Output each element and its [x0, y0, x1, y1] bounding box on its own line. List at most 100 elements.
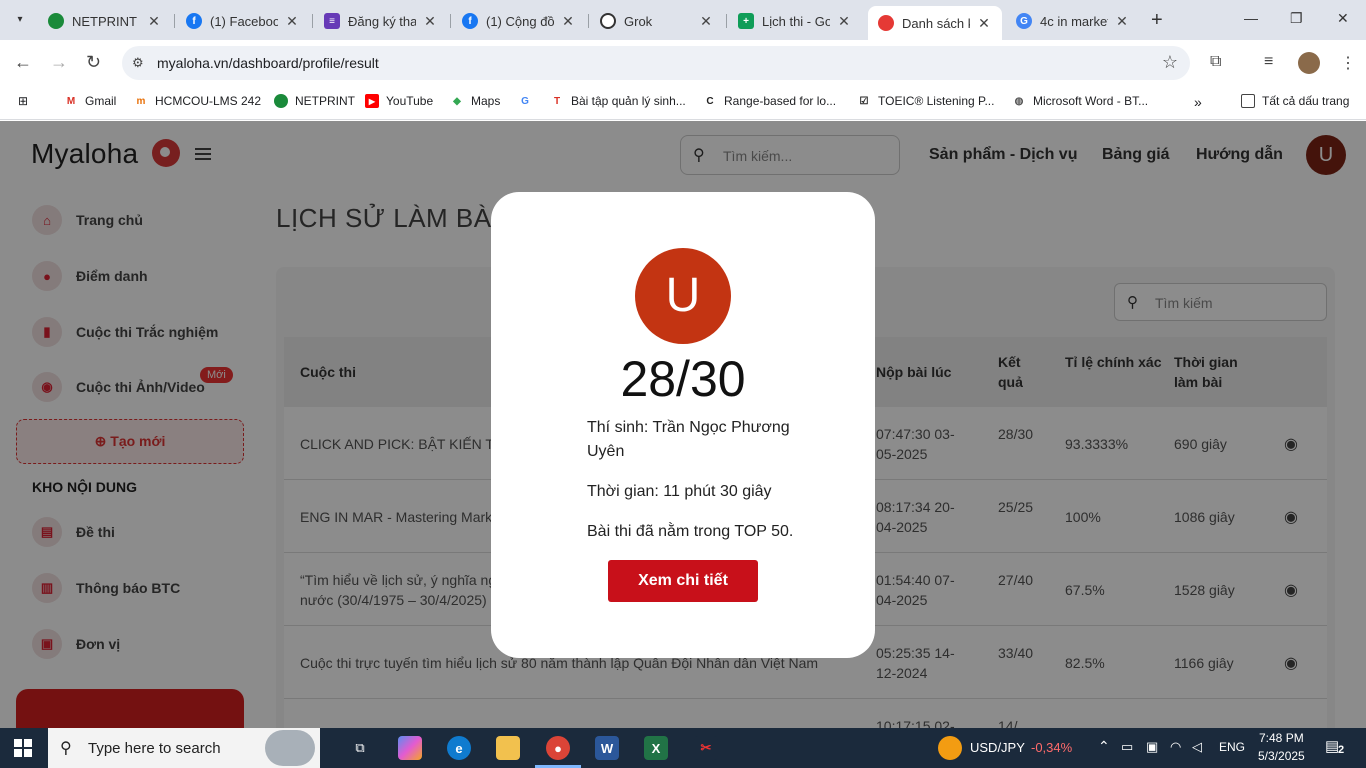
bookmark-youtube[interactable]: ▶ YouTube: [365, 94, 433, 108]
search-highlight-koala-icon[interactable]: [265, 730, 315, 766]
tab-divider: [588, 14, 589, 28]
tab-search-icon[interactable]: ▾: [10, 10, 30, 30]
tab-facebook[interactable]: f (1) Facebook ✕: [176, 6, 310, 36]
chrome-icon[interactable]: ●: [546, 736, 570, 760]
tab-danh-sach[interactable]: Danh sách k ✕: [868, 6, 1002, 40]
elapsed-time: Thời gian: 11 phút 30 giây: [587, 483, 772, 500]
bookmark-label: NETPRINT: [295, 94, 355, 108]
url-text[interactable]: myaloha.vn/dashboard/profile/result: [157, 55, 379, 71]
clock-time[interactable]: 7:48 PM: [1259, 731, 1304, 745]
bookmark-label: Gmail: [85, 94, 117, 108]
reload-icon[interactable]: ↻: [86, 52, 101, 72]
tab-4c-marketing[interactable]: G 4c in market ✕: [1006, 6, 1140, 36]
excel-icon[interactable]: X: [644, 736, 668, 760]
close-icon[interactable]: ✕: [560, 13, 576, 30]
tab-lich-thi[interactable]: + Lịch thi - Go ✕: [728, 6, 862, 36]
bookmark-google[interactable]: G: [518, 94, 539, 108]
tab-title: Đăng ký tha: [348, 13, 416, 29]
tab-title: Danh sách k: [902, 15, 970, 31]
tab-title: 4c in market: [1040, 13, 1108, 29]
currency-pair[interactable]: USD/JPY: [970, 740, 1025, 755]
extensions-icon[interactable]: ⧉: [1210, 53, 1221, 71]
bookmark-word[interactable]: ◍ Microsoft Word - BT...: [1012, 94, 1149, 108]
candidate-name: Thí sinh: Trần Ngọc Phương Uyên: [587, 419, 790, 460]
new-tab-icon[interactable]: +: [1151, 10, 1163, 30]
gmail-icon: M: [66, 95, 76, 107]
bookmark-range-based[interactable]: C Range-based for lo...: [703, 94, 836, 108]
tab-dang-ky[interactable]: ≡ Đăng ký tha ✕: [314, 6, 448, 36]
more-bookmarks-icon[interactable]: »: [1194, 94, 1202, 110]
currency-change[interactable]: -0,34%: [1031, 740, 1072, 755]
clock-date[interactable]: 5/3/2025: [1258, 749, 1305, 763]
close-icon[interactable]: ✕: [976, 15, 992, 32]
tab-divider: [174, 14, 175, 28]
edge-icon[interactable]: e: [447, 736, 471, 760]
close-icon[interactable]: ✕: [698, 13, 714, 30]
site-info-icon[interactable]: ⚙: [132, 55, 144, 71]
forward-icon[interactable]: →: [50, 52, 68, 72]
google-icon: G: [521, 95, 529, 107]
search-placeholder: Type here to search: [88, 740, 221, 757]
bookmark-gmail[interactable]: M Gmail: [64, 94, 117, 108]
all-bookmarks-folder[interactable]: Tất cả dấu trang: [1241, 94, 1349, 108]
bookmark-label: Range-based for lo...: [724, 94, 837, 108]
address-toolbar: ← → ↻ ⚙ myaloha.vn/dashboard/profile/res…: [0, 40, 1366, 86]
windows-taskbar: ⚲ Type here to search ⧉ e ● W X ✂ USD/JP…: [0, 728, 1366, 768]
file-explorer-icon[interactable]: [496, 736, 520, 760]
word-icon[interactable]: W: [595, 736, 619, 760]
bookmarks-bar: ⊞ M Gmail m HCMCOU-LMS 242 NETPRINT ▶ YouTu…: [0, 86, 1366, 120]
candidate-avatar: U: [635, 248, 731, 344]
tab-divider: [726, 14, 727, 28]
tab-title: (1) Facebook: [210, 13, 278, 29]
tab-cong-dong[interactable]: f (1) Cộng đồ ✕: [452, 6, 586, 36]
close-icon[interactable]: ✕: [422, 13, 438, 30]
browser-menu-icon[interactable]: ⋮: [1340, 53, 1356, 73]
minimize-icon[interactable]: —: [1244, 10, 1258, 26]
tab-title: (1) Cộng đồ: [486, 13, 554, 29]
language-indicator[interactable]: ENG: [1219, 740, 1245, 754]
bookmark-label: TOEIC® Listening P...: [878, 94, 995, 108]
youtube-icon: ▶: [365, 94, 379, 108]
folder-icon: [1241, 94, 1255, 108]
tab-grok[interactable]: Grok ✕: [590, 6, 724, 36]
media-control-icon[interactable]: ≡: [1264, 53, 1273, 71]
bookmark-star-icon[interactable]: ☆: [1162, 52, 1178, 73]
view-details-button[interactable]: Xem chi tiết: [608, 560, 758, 602]
bookmark-bai-tap[interactable]: T Bài tập quản lý sinh...: [550, 94, 686, 108]
currency-icon: [938, 736, 962, 760]
notification-count: 2: [1338, 744, 1345, 756]
bookmark-label: YouTube: [386, 94, 434, 108]
task-view-icon[interactable]: ⧉: [348, 736, 372, 760]
copilot-icon[interactable]: [398, 736, 422, 760]
tray-chevron-icon[interactable]: ⌃: [1098, 738, 1110, 755]
close-icon[interactable]: ✕: [1114, 13, 1130, 30]
window-close-icon[interactable]: ✕: [1337, 10, 1349, 27]
bookmark-hcmcou[interactable]: m HCMCOU-LMS 242: [134, 94, 261, 108]
close-icon[interactable]: ✕: [146, 13, 162, 30]
restore-icon[interactable]: ❐: [1290, 10, 1303, 27]
apps-grid-icon[interactable]: ⊞: [18, 94, 28, 108]
bookmark-maps[interactable]: ◆ Maps: [450, 94, 500, 108]
volume-icon[interactable]: ◁: [1192, 739, 1202, 755]
search-icon: ⚲: [60, 740, 72, 757]
close-icon[interactable]: ✕: [284, 13, 300, 30]
back-icon[interactable]: ←: [14, 52, 32, 72]
bookmark-label: Maps: [471, 94, 501, 108]
bookmark-label: Bài tập quản lý sinh...: [571, 94, 686, 108]
wifi-icon[interactable]: ◠: [1170, 739, 1181, 755]
browser-tabbar: ▾ NETPRINT ✕ f (1) Facebook ✕ ≡ Đăng ký …: [0, 0, 1366, 40]
netprint-favicon-icon: [48, 13, 64, 29]
bookmark-netprint[interactable]: NETPRINT: [274, 94, 355, 108]
close-icon[interactable]: ✕: [836, 13, 852, 30]
profile-avatar[interactable]: [1298, 52, 1320, 74]
windows-start-icon[interactable]: [14, 739, 32, 757]
result-modal: U 28/30 Thí sinh: Trần Ngọc Phương Uyên …: [491, 192, 875, 658]
meet-icon[interactable]: ▣: [1146, 739, 1158, 755]
tab-netprint[interactable]: NETPRINT ✕: [38, 6, 172, 36]
myaloha-favicon-icon: [878, 15, 894, 31]
google-favicon-icon: G: [1016, 13, 1032, 29]
battery-icon[interactable]: ▭: [1121, 739, 1133, 755]
snipping-tool-icon[interactable]: ✂: [694, 736, 718, 760]
bookmark-toeic[interactable]: ☑ TOEIC® Listening P...: [857, 94, 995, 108]
omnibox[interactable]: ⚙ myaloha.vn/dashboard/profile/result ☆: [122, 46, 1190, 80]
